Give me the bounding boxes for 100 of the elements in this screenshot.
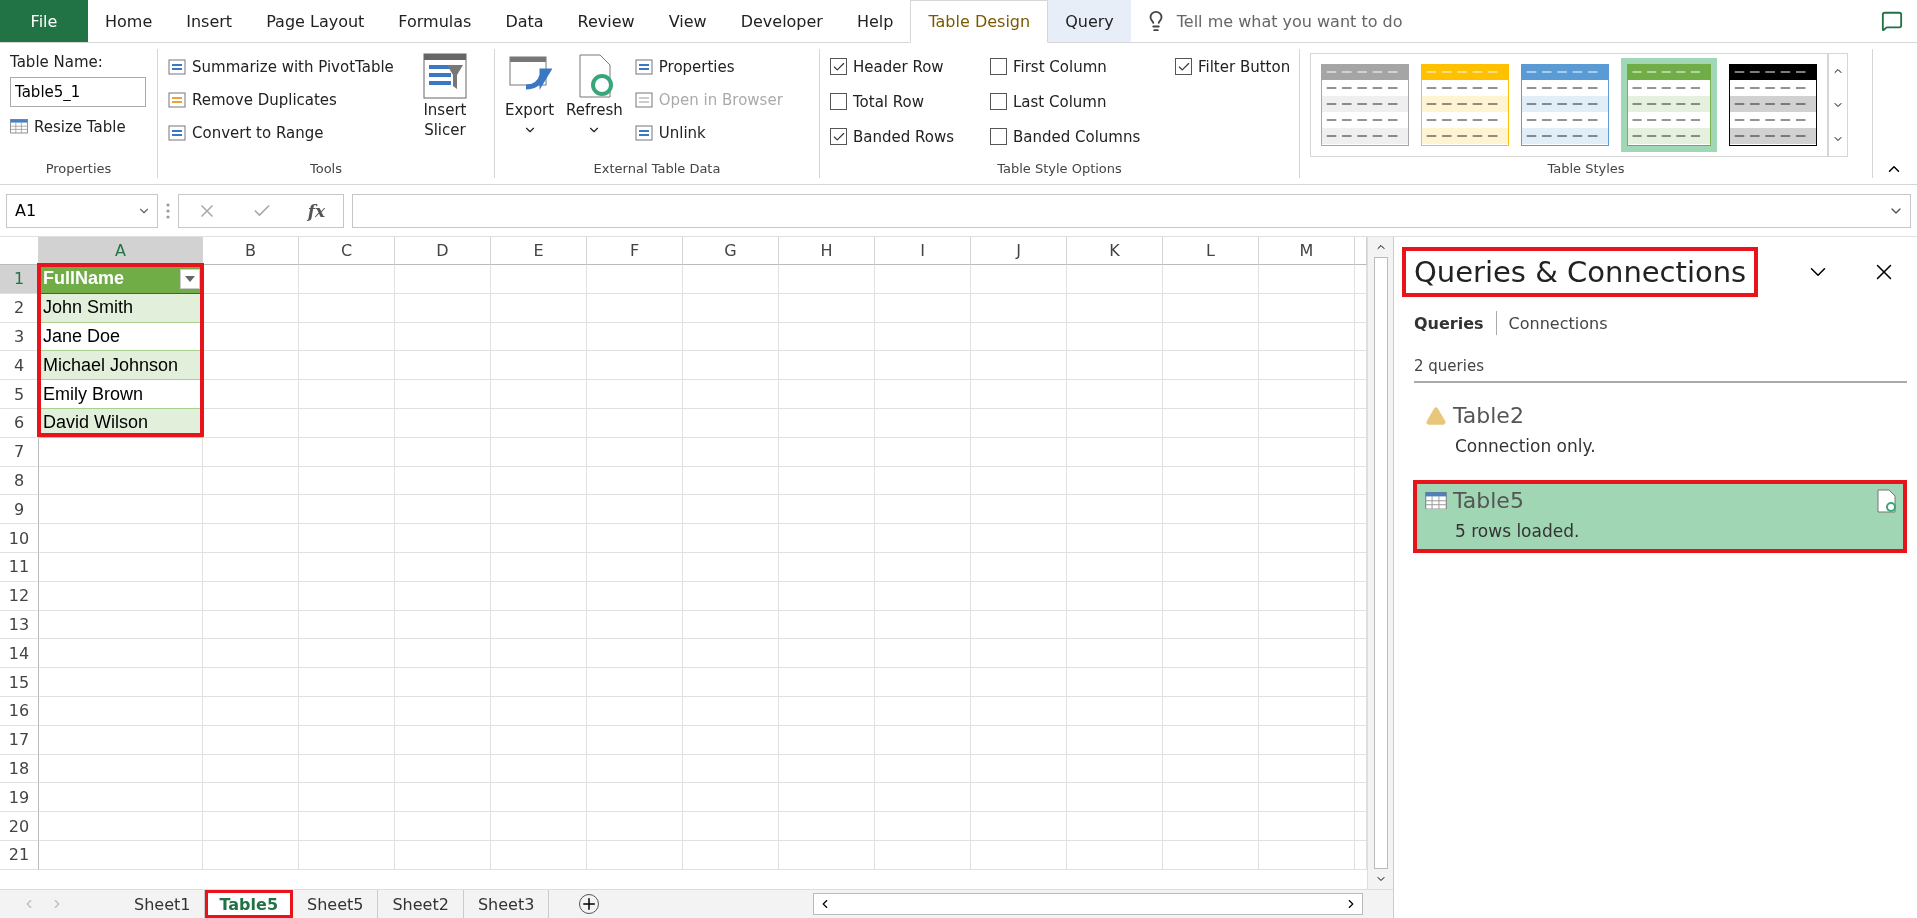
grid-cell[interactable] — [875, 322, 971, 352]
column-header[interactable]: H — [779, 237, 875, 265]
ribbon-tab[interactable]: Table Design — [910, 0, 1049, 43]
row-header[interactable]: 1 — [0, 265, 39, 294]
column-header[interactable] — [1355, 237, 1367, 265]
checkbox[interactable] — [1175, 58, 1192, 75]
grid-cell[interactable] — [491, 351, 587, 381]
grid-cell[interactable] — [491, 840, 587, 870]
grid-cell[interactable] — [395, 437, 491, 467]
grid-cell[interactable] — [1259, 322, 1355, 352]
grid-cell[interactable] — [875, 725, 971, 755]
row-header[interactable]: 13 — [0, 610, 39, 640]
column-header[interactable]: L — [1163, 237, 1259, 265]
grid-cell[interactable] — [395, 754, 491, 784]
grid-cell[interactable] — [39, 552, 203, 582]
row-header[interactable]: 10 — [0, 524, 39, 553]
grid-cell[interactable] — [491, 495, 587, 525]
ribbon-tab[interactable]: File — [0, 0, 88, 42]
query-item[interactable]: Table5 5 rows loaded. — [1413, 480, 1907, 553]
grid-cell[interactable] — [683, 552, 779, 582]
grid-cell[interactable] — [779, 265, 875, 294]
grid-cell[interactable] — [971, 293, 1067, 323]
grid-cell[interactable] — [1067, 552, 1163, 582]
grid-cell[interactable] — [395, 495, 491, 525]
formula-field[interactable] — [352, 193, 1911, 228]
grid-cell[interactable] — [779, 581, 875, 611]
grid-cell[interactable] — [1067, 380, 1163, 409]
row-header[interactable]: 18 — [0, 754, 39, 784]
grid-cell[interactable] — [299, 524, 395, 553]
horizontal-scrollbar[interactable] — [813, 893, 1363, 915]
grid-cell[interactable] — [1163, 725, 1259, 755]
grid-cell[interactable] — [1067, 668, 1163, 697]
grid-cell[interactable] — [203, 495, 299, 525]
grid-cell[interactable] — [1067, 610, 1163, 640]
grid-cell[interactable] — [203, 524, 299, 553]
grid-cell[interactable] — [299, 725, 395, 755]
grid-cell[interactable] — [683, 437, 779, 467]
grid-cell[interactable] — [491, 437, 587, 467]
table-name-field[interactable]: Table5_1 — [10, 77, 146, 107]
grid-cell[interactable] — [683, 265, 779, 294]
grid-cell[interactable] — [299, 265, 395, 294]
grid-cell[interactable] — [491, 610, 587, 640]
grid-cell[interactable] — [971, 552, 1067, 582]
style-option-checkbox[interactable]: Filter Button — [1175, 53, 1315, 80]
grid-cell[interactable] — [203, 840, 299, 870]
row-header[interactable]: 19 — [0, 783, 39, 813]
grid-cell[interactable] — [971, 812, 1067, 841]
grid-cell[interactable] — [491, 524, 587, 553]
grid-cell[interactable] — [299, 812, 395, 841]
grid-cell[interactable] — [875, 783, 971, 813]
grid-cell[interactable] — [1163, 466, 1259, 496]
sheet-tab[interactable]: Table5 — [205, 890, 293, 918]
grid-cell[interactable] — [683, 495, 779, 525]
grid-cell[interactable] — [1067, 524, 1163, 553]
grid-cell[interactable] — [39, 581, 203, 611]
grid-cell[interactable] — [39, 524, 203, 553]
grid-cell[interactable] — [587, 668, 683, 697]
ribbon-tab[interactable]: Review — [560, 0, 652, 42]
grid-cell[interactable] — [683, 639, 779, 669]
insert-slicer-button[interactable]: Insert Slicer — [405, 53, 484, 161]
checkbox[interactable] — [830, 128, 847, 145]
pane-tab[interactable]: Connections — [1508, 313, 1608, 333]
grid-cell[interactable] — [1259, 725, 1355, 755]
checkbox[interactable] — [990, 128, 1007, 145]
row-header[interactable]: 21 — [0, 840, 39, 870]
grid-cell[interactable] — [587, 495, 683, 525]
grid-cell[interactable] — [491, 265, 587, 294]
grid-cell[interactable] — [779, 322, 875, 352]
ribbon-tab[interactable]: Home — [88, 0, 170, 42]
grid-cell[interactable] — [203, 639, 299, 669]
tool-button[interactable]: Convert to Range — [168, 119, 394, 146]
grid-cell[interactable] — [683, 581, 779, 611]
grid-cell[interactable] — [587, 696, 683, 726]
grid-cell[interactable] — [971, 610, 1067, 640]
row-header[interactable]: 20 — [0, 812, 39, 841]
grid-cell[interactable] — [587, 409, 683, 438]
column-header[interactable]: I — [875, 237, 971, 265]
grid-cell[interactable] — [395, 380, 491, 409]
grid-cell[interactable] — [1259, 840, 1355, 870]
grid-cell[interactable] — [1067, 351, 1163, 381]
grid-cell[interactable] — [395, 696, 491, 726]
grid-cell[interactable] — [779, 524, 875, 553]
grid-cell[interactable] — [875, 265, 971, 294]
grid-cell[interactable] — [203, 552, 299, 582]
vertical-scrollbar[interactable] — [1367, 237, 1393, 889]
grid-cell[interactable] — [1067, 840, 1163, 870]
ribbon-tab[interactable]: View — [651, 0, 724, 42]
grid-cell[interactable] — [1067, 581, 1163, 611]
grid-cell[interactable] — [395, 466, 491, 496]
grid-cell[interactable] — [203, 754, 299, 784]
row-header[interactable]: 15 — [0, 668, 39, 697]
grid-cell[interactable] — [39, 639, 203, 669]
grid-cell[interactable] — [587, 466, 683, 496]
grid-cell[interactable] — [971, 725, 1067, 755]
grid-cell[interactable] — [1259, 495, 1355, 525]
grid-cell[interactable] — [875, 409, 971, 438]
grid-cell[interactable] — [971, 380, 1067, 409]
grid-cell[interactable] — [39, 696, 203, 726]
grid-cell[interactable] — [1163, 610, 1259, 640]
grid-cell[interactable] — [203, 437, 299, 467]
